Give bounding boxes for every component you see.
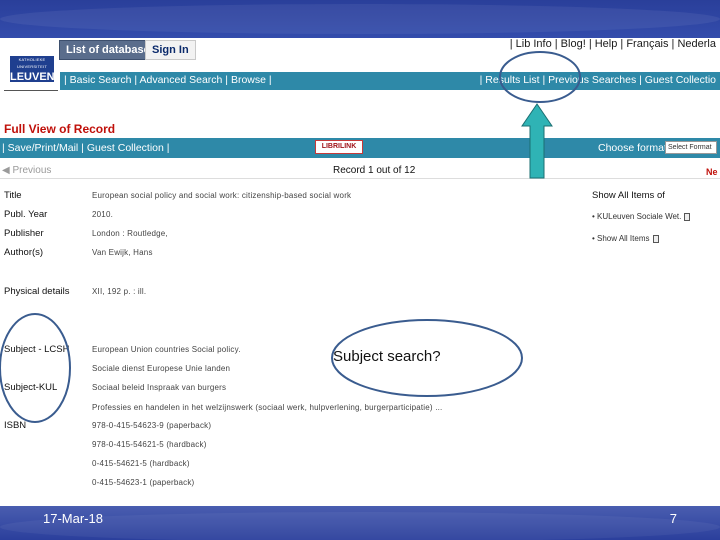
divider bbox=[0, 178, 720, 179]
save-print-links[interactable]: | Save/Print/Mail | Guest Collection | bbox=[2, 142, 170, 154]
field-label-title: Title bbox=[4, 190, 22, 201]
slide-number: 7 bbox=[669, 511, 677, 526]
document-icon bbox=[684, 212, 691, 221]
top-links[interactable]: | Lib Info | Blog! | Help | Français | N… bbox=[510, 38, 716, 50]
show-item-label: • Show All Items bbox=[592, 234, 650, 243]
field-value-year: 2010. bbox=[92, 210, 114, 219]
field-label-publisher: Publisher bbox=[4, 228, 44, 239]
show-item-link[interactable]: • Show All Items bbox=[592, 234, 659, 243]
previous-label: Previous bbox=[12, 165, 52, 176]
next-record-link[interactable]: Ne bbox=[706, 167, 718, 177]
field-label-isbn: ISBN bbox=[4, 420, 27, 431]
background-wave bbox=[0, 512, 720, 540]
record-counter: Record 1 out of 12 bbox=[333, 165, 416, 176]
previous-record-link[interactable]: ◀ Previous bbox=[2, 165, 51, 176]
field-value-isbn-3: 0-415-54621-5 (hardback) bbox=[92, 459, 190, 468]
nav-search-links[interactable]: | Basic Search | Advanced Search | Brows… bbox=[64, 74, 272, 86]
show-item-link[interactable]: • KULeuven Sociale Wet. bbox=[592, 212, 691, 221]
slide-date: 17-Mar-18 bbox=[43, 511, 103, 526]
triangle-left-icon: ◀ bbox=[2, 165, 10, 176]
field-label-year: Publ. Year bbox=[4, 209, 48, 220]
format-bar: | Save/Print/Mail | Guest Collection | L… bbox=[0, 138, 720, 158]
page-title: Full View of Record bbox=[4, 122, 116, 136]
nav-results-links[interactable]: | Results List | Previous Searches | Gue… bbox=[480, 74, 716, 86]
logo-divider bbox=[4, 90, 58, 91]
field-label-physical: Physical details bbox=[4, 286, 70, 297]
field-value-subject-kul-3[interactable]: Professies en handelen in het welzijnswe… bbox=[92, 403, 442, 412]
field-value-physical: XII, 192 p. : ill. bbox=[92, 287, 147, 296]
screenshot-frame: List of databases Sign In | Lib Info | B… bbox=[0, 38, 720, 506]
field-value-isbn-1: 978-0-415-54623-9 (paperback) bbox=[92, 421, 212, 430]
top-bar: List of databases Sign In | Lib Info | B… bbox=[0, 38, 720, 62]
logo-leuven-text: LEUVEN bbox=[10, 71, 55, 83]
show-all-items-heading: Show All Items of bbox=[592, 190, 665, 201]
field-value-subject-lcsh[interactable]: European Union countries Social policy. bbox=[92, 345, 241, 354]
field-label-subject-lcsh: Subject - LCSH bbox=[4, 344, 70, 355]
tab-sign-in[interactable]: Sign In bbox=[145, 40, 196, 60]
field-label-subject-kul: Subject-KUL bbox=[4, 382, 58, 393]
librilink-button[interactable]: LIBRILINK bbox=[315, 140, 363, 154]
show-item-label: • KULeuven Sociale Wet. bbox=[592, 212, 682, 221]
field-value-isbn-2: 978-0-415-54621-5 (hardback) bbox=[92, 440, 207, 449]
main-navbar: | Basic Search | Advanced Search | Brows… bbox=[60, 72, 720, 90]
field-value-isbn-4: 0-415-54623-1 (paperback) bbox=[92, 478, 195, 487]
document-icon bbox=[652, 234, 659, 243]
field-value-subject-kul-1[interactable]: Sociale dienst Europese Unie landen bbox=[92, 364, 230, 373]
field-value-publisher: London : Routledge, bbox=[92, 229, 168, 238]
field-value-subject-kul-2[interactable]: Sociaal beleid Inspraak van burgers bbox=[92, 383, 226, 392]
choose-format-label: Choose format bbox=[598, 142, 667, 154]
leuven-logo[interactable]: KATHOLIEKE UNIVERSITEIT LEUVEN bbox=[10, 56, 55, 83]
field-value-author[interactable]: Van Ewijk, Hans bbox=[92, 248, 153, 257]
callout-text: Subject search? bbox=[333, 348, 441, 365]
format-select[interactable]: Select Format bbox=[665, 141, 717, 154]
field-value-title[interactable]: European social policy and social work: … bbox=[92, 191, 351, 200]
logo-university-text: KATHOLIEKE UNIVERSITEIT bbox=[17, 57, 47, 69]
field-label-author: Author(s) bbox=[4, 247, 44, 258]
background-wave bbox=[0, 4, 720, 34]
